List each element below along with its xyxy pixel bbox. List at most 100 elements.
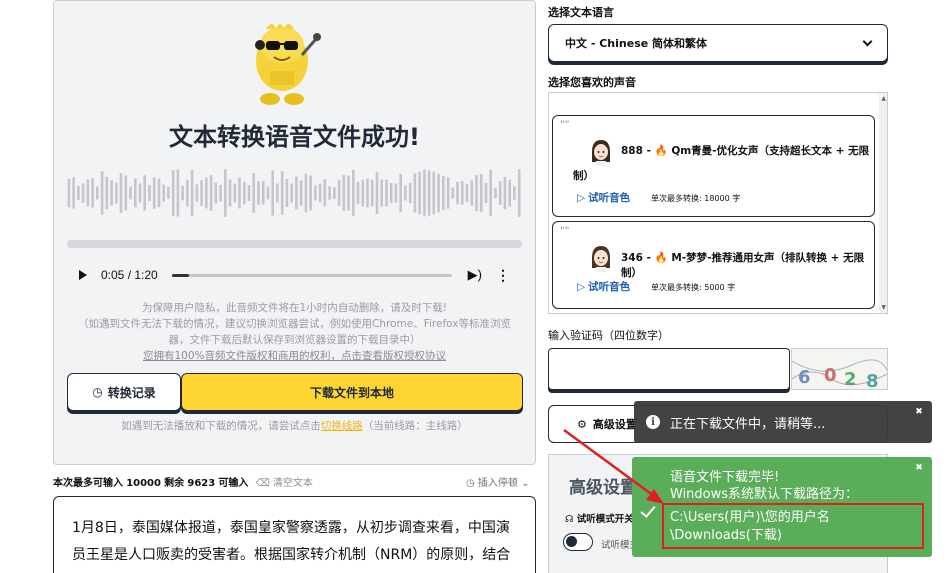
voice-card[interactable]: "" 346 - 🔥 M-梦梦-推荐通用女声（排队转换 + 无限制） ▷ 试听音…: [552, 221, 875, 309]
waveform-bar: [475, 175, 478, 212]
waveform-bar: [394, 183, 398, 203]
clear-text-button[interactable]: ⌫ 清空文本: [256, 478, 313, 489]
waveform-bar: [503, 176, 507, 210]
fallback-suffix: （当前线路：主线路）: [362, 420, 468, 432]
waveform-bar: [352, 169, 355, 217]
waveform-bar: [508, 179, 511, 207]
result-card: 文本转换语音文件成功! 0:05 / 1:20 ▶) ⋮ 为保障用户隐私，此音频…: [53, 0, 536, 465]
downloading-message: 正在下载文件中，请稍等...: [670, 416, 826, 432]
clock-icon: ◷: [92, 385, 103, 399]
waveform-bar: [446, 177, 450, 209]
scroll-down-icon[interactable]: ▼: [881, 304, 886, 311]
captcha-digit: 8: [866, 371, 879, 390]
trial-mode-toggle[interactable]: [563, 533, 593, 551]
path-hint: Windows系统默认下载路径为：: [670, 487, 859, 502]
mascot-image: [240, 15, 324, 111]
voice-list-scrollbar[interactable]: ▲ ▼: [879, 93, 887, 313]
downloading-toast: i 正在下载文件中，请稍等... ✖: [634, 401, 932, 443]
sliders-icon: ⚙: [577, 417, 587, 431]
waveform-bar: [299, 180, 303, 206]
voice-limit: 单次最多转换: 18000 字: [651, 194, 741, 203]
download-path: C:\Users(用户)\您的用户名\Downloads(下载): [662, 503, 924, 549]
waveform-bar: [171, 170, 175, 216]
waveform-bar: [280, 171, 284, 215]
audio-waveform: [67, 169, 521, 217]
volume-icon[interactable]: ▶): [468, 267, 482, 283]
waveform-bar: [162, 184, 165, 202]
waveform-bar: [152, 177, 156, 209]
language-label: 选择文本语言: [548, 6, 614, 19]
download-button[interactable]: 下载文件到本地: [181, 373, 523, 411]
history-button[interactable]: ◷ 转换记录: [67, 373, 181, 411]
waveform-bar: [333, 187, 336, 199]
preview-label: 试听音色: [588, 281, 631, 293]
waveform-bar: [200, 180, 203, 206]
captcha-label: 输入验证码（四位数字）: [548, 329, 669, 342]
toggle-knob: [566, 536, 577, 547]
waveform-bar: [138, 183, 142, 203]
language-selected: 中文 - Chinese 简体和繁体: [565, 37, 708, 50]
trial-mode-label: ☊ 试听模式开关: [565, 511, 634, 525]
quote-icon: "": [560, 120, 570, 130]
waveform-bar: [186, 179, 189, 207]
voice-list[interactable]: "" 888 - 🔥 Qm青曼-优化女声（支持超长文本 + 无限 制） ▷ 试听…: [548, 92, 888, 314]
waveform-bar: [77, 185, 80, 201]
waveform-bar: [337, 180, 341, 206]
waveform-bar: [285, 179, 289, 207]
advanced-title: 高级设置: [569, 478, 637, 498]
preview-voice-button[interactable]: ▷ 试听音色: [577, 279, 630, 294]
insert-pause-button[interactable]: ◷ 插入停顿 ⌄: [466, 474, 529, 489]
waveform-bar: [261, 181, 265, 205]
notice-line: 器，文件下载后默认保存到浏览器设置的下载目录中）: [168, 334, 421, 346]
more-options-icon[interactable]: ⋮: [496, 267, 510, 284]
waveform-bar: [375, 172, 379, 214]
waveform-bar: [290, 183, 293, 203]
waveform-bar: [418, 171, 421, 215]
waveform-bar: [465, 183, 469, 203]
waveform-bar: [370, 179, 374, 207]
scroll-up-icon[interactable]: ▲: [881, 95, 886, 102]
waveform-bar: [389, 183, 393, 203]
waveform-bar: [442, 175, 445, 211]
waveform-bar: [214, 182, 218, 204]
switch-line-link[interactable]: 切换线路: [321, 420, 363, 432]
waveform-bar: [309, 175, 312, 211]
waveform-bar: [86, 179, 90, 207]
stats-prefix: 本次最多可输入: [53, 478, 123, 489]
voice-card[interactable]: "" 888 - 🔥 Qm青曼-优化女声（支持超长文本 + 无限 制） ▷ 试听…: [552, 115, 875, 217]
captcha-input[interactable]: [548, 348, 790, 390]
waveform-bar: [100, 171, 104, 215]
fallback-prefix: 如遇到无法播放和下载的情况，请尝试点击: [121, 420, 321, 432]
audio-seek-bar[interactable]: [171, 273, 452, 277]
preview-voice-button[interactable]: ▷ 试听音色: [577, 190, 630, 205]
waveform-bar: [380, 179, 383, 207]
waveform-bar: [276, 183, 279, 203]
text-input-area[interactable]: 1月8日，泰国媒体报道，泰国皇家警察透露，从初步调查来看，中国演员王星是人口贩卖…: [53, 496, 536, 573]
advanced-button-label: 高级设置: [592, 418, 637, 431]
fallback-hint: 如遇到无法播放和下载的情况，请尝试点击切换线路（当前线路：主线路）: [54, 418, 535, 433]
waveform-bar: [257, 181, 260, 205]
voice-name: 346 - 🔥 M-梦梦-推荐通用女声（排队转换 + 无限制）: [621, 252, 865, 279]
voice-name: 888 - 🔥 Qm青曼-优化女声（支持超长文本 + 无限: [621, 145, 870, 157]
trial-mode-text: 试听模式开关: [576, 514, 634, 525]
copyright-link[interactable]: 您拥有100%音频文件版权和商用的权利，点击查看版权授权协议: [64, 348, 525, 364]
waveform-bar: [423, 169, 426, 217]
waveform-bar: [498, 181, 502, 205]
captcha-image[interactable]: 6 0 2 8: [791, 348, 888, 390]
waveform-bar: [366, 178, 369, 208]
waveform-bar: [205, 177, 208, 209]
language-select[interactable]: 中文 - Chinese 简体和繁体: [548, 24, 888, 62]
close-icon[interactable]: ✖: [914, 463, 924, 475]
waveform-bar: [408, 182, 412, 204]
stats-suffix: 可输入: [218, 478, 249, 489]
play-icon[interactable]: [79, 270, 87, 280]
waveform-bar: [238, 177, 241, 209]
stats-remaining: 9623: [187, 478, 216, 489]
waveform-bar: [361, 179, 365, 207]
waveform-progress-track[interactable]: [67, 240, 522, 248]
chevron-down-icon: [862, 36, 873, 46]
close-icon[interactable]: ✖: [914, 407, 924, 419]
waveform-bar: [134, 178, 137, 208]
stats-max: 10000: [126, 478, 161, 489]
history-button-label: 转换记录: [107, 385, 156, 400]
